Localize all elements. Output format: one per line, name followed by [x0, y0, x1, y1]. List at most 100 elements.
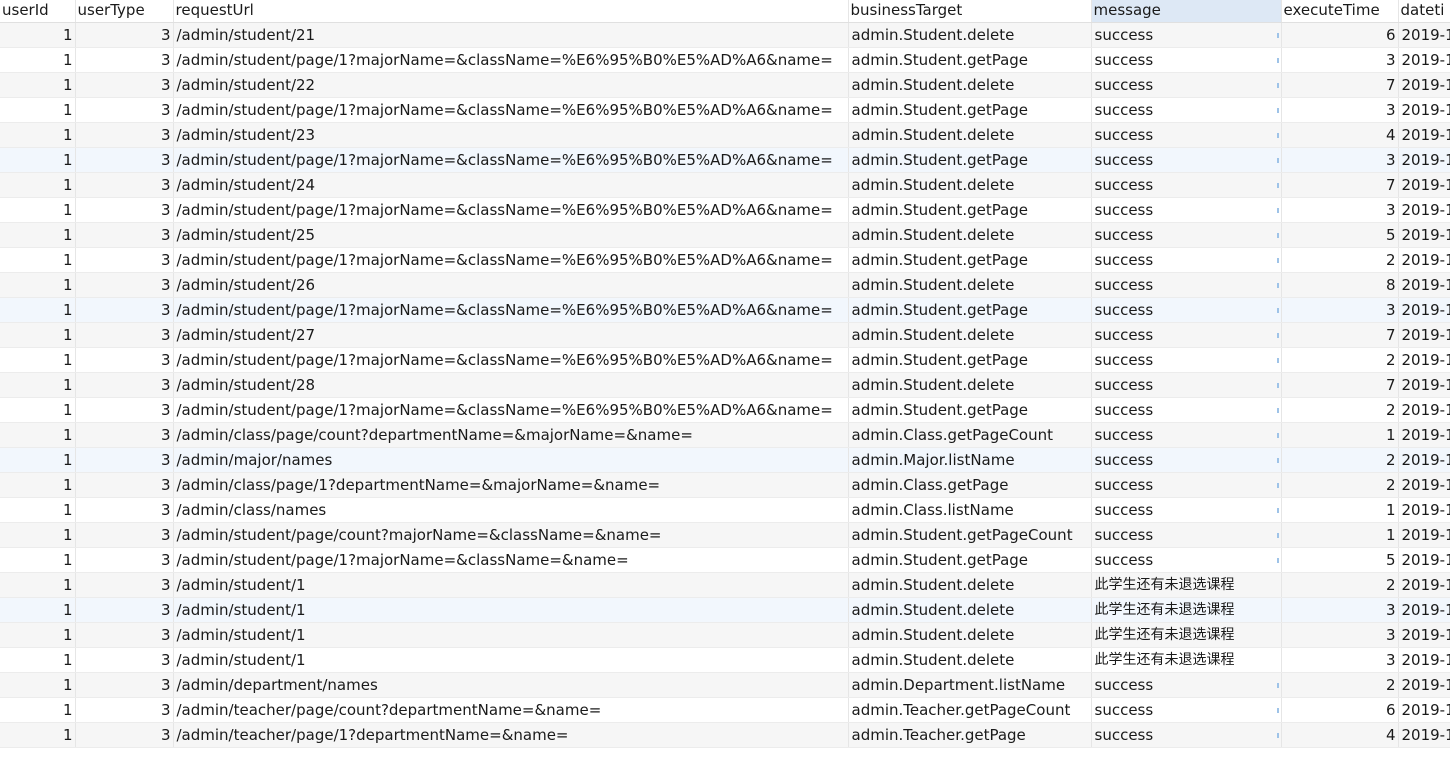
cell-usertype[interactable]: 3 — [75, 472, 174, 498]
cell-executetime[interactable]: 3 — [1281, 97, 1399, 123]
cell-businesstarget[interactable]: admin.Student.delete — [848, 647, 1092, 673]
cell-message[interactable]: 此学生还有未退选课程 — [1091, 647, 1282, 673]
table-row[interactable]: 1 3/admin/student/21 admin.Student.delete s… — [0, 22, 1450, 48]
cell-businesstarget[interactable]: admin.Student.delete — [848, 22, 1092, 48]
cell-datetime[interactable]: 2019-1 — [1398, 72, 1450, 98]
table-row[interactable]: 1 3/admin/student/page/1?majorName=&class… — [0, 147, 1450, 173]
cell-datetime[interactable]: 2019-1 — [1398, 547, 1450, 573]
cell-businesstarget[interactable]: admin.Class.getPage — [848, 472, 1092, 498]
cell-businesstarget[interactable]: admin.Student.delete — [848, 322, 1092, 348]
cell-userid[interactable]: 1 — [0, 47, 76, 73]
cell-message[interactable]: success — [1091, 272, 1282, 298]
table-row[interactable]: 1 3/admin/student/page/1?majorName=&class… — [0, 197, 1450, 223]
cell-businesstarget[interactable]: admin.Student.getPage — [848, 47, 1092, 73]
cell-usertype[interactable]: 3 — [75, 72, 174, 98]
cell-datetime[interactable]: 2019-1 — [1398, 472, 1450, 498]
cell-executetime[interactable]: 2 — [1281, 672, 1399, 698]
cell-businesstarget[interactable]: admin.Student.delete — [848, 122, 1092, 148]
table-row[interactable]: 1 3/admin/student/page/1?majorName=&class… — [0, 297, 1450, 323]
cell-datetime[interactable]: 2019-1 — [1398, 397, 1450, 423]
cell-userid[interactable]: 1 — [0, 472, 76, 498]
cell-userid[interactable]: 1 — [0, 447, 76, 473]
cell-usertype[interactable]: 3 — [75, 347, 174, 373]
cell-datetime[interactable]: 2019-1 — [1398, 347, 1450, 373]
cell-requesturl[interactable]: /admin/student/28 — [173, 372, 849, 398]
cell-usertype[interactable]: 3 — [75, 147, 174, 173]
cell-datetime[interactable]: 2019-1 — [1398, 497, 1450, 523]
cell-requesturl[interactable]: /admin/student/22 — [173, 72, 849, 98]
cell-executetime[interactable]: 6 — [1281, 697, 1399, 723]
cell-businesstarget[interactable]: admin.Student.getPage — [848, 247, 1092, 273]
cell-userid[interactable]: 1 — [0, 522, 76, 548]
cell-usertype[interactable]: 3 — [75, 122, 174, 148]
cell-userid[interactable]: 1 — [0, 247, 76, 273]
cell-executetime[interactable]: 1 — [1281, 522, 1399, 548]
cell-datetime[interactable]: 2019-1 — [1398, 147, 1450, 173]
cell-executetime[interactable]: 4 — [1281, 122, 1399, 148]
table-row[interactable]: 1 3/admin/student/page/1?majorName=&class… — [0, 547, 1450, 573]
cell-message[interactable]: success — [1091, 447, 1282, 473]
cell-usertype[interactable]: 3 — [75, 172, 174, 198]
cell-message[interactable]: success — [1091, 397, 1282, 423]
cell-userid[interactable]: 1 — [0, 497, 76, 523]
cell-requesturl[interactable]: /admin/major/names — [173, 447, 849, 473]
table-row[interactable]: 1 3/admin/student/page/count?majorName=&c… — [0, 522, 1450, 548]
cell-requesturl[interactable]: /admin/student/page/1?majorName=&classNa… — [173, 247, 849, 273]
table-row[interactable]: 1 3/admin/class/page/1?departmentName=&ma… — [0, 472, 1450, 498]
cell-requesturl[interactable]: /admin/class/page/1?departmentName=&majo… — [173, 472, 849, 498]
cell-businesstarget[interactable]: admin.Teacher.getPageCount — [848, 697, 1092, 723]
table-row[interactable]: 1 3/admin/student/22 admin.Student.delete s… — [0, 72, 1450, 98]
cell-executetime[interactable]: 3 — [1281, 647, 1399, 673]
cell-requesturl[interactable]: /admin/student/page/count?majorName=&cla… — [173, 522, 849, 548]
cell-usertype[interactable]: 3 — [75, 547, 174, 573]
cell-message[interactable]: success — [1091, 197, 1282, 223]
cell-usertype[interactable]: 3 — [75, 697, 174, 723]
cell-userid[interactable]: 1 — [0, 197, 76, 223]
cell-usertype[interactable]: 3 — [75, 372, 174, 398]
cell-requesturl[interactable]: /admin/student/27 — [173, 322, 849, 348]
cell-datetime[interactable]: 2019-1 — [1398, 447, 1450, 473]
cell-usertype[interactable]: 3 — [75, 397, 174, 423]
cell-usertype[interactable]: 3 — [75, 572, 174, 598]
cell-message[interactable]: success — [1091, 297, 1282, 323]
cell-userid[interactable]: 1 — [0, 72, 76, 98]
cell-requesturl[interactable]: /admin/student/1 — [173, 622, 849, 648]
cell-message[interactable]: success — [1091, 322, 1282, 348]
cell-requesturl[interactable]: /admin/class/names — [173, 497, 849, 523]
cell-requesturl[interactable]: /admin/student/page/1?majorName=&classNa… — [173, 97, 849, 123]
cell-requesturl[interactable]: /admin/student/page/1?majorName=&classNa… — [173, 147, 849, 173]
cell-requesturl[interactable]: /admin/teacher/page/1?departmentName=&na… — [173, 722, 849, 748]
cell-executetime[interactable]: 1 — [1281, 422, 1399, 448]
cell-requesturl[interactable]: /admin/student/page/1?majorName=&classNa… — [173, 547, 849, 573]
cell-businesstarget[interactable]: admin.Student.delete — [848, 272, 1092, 298]
table-row[interactable]: 1 3/admin/student/1 admin.Student.delete 此学… — [0, 622, 1450, 648]
cell-datetime[interactable]: 2019-1 — [1398, 197, 1450, 223]
table-row[interactable]: 1 3/admin/department/names admin.Departmen… — [0, 672, 1450, 698]
cell-userid[interactable]: 1 — [0, 597, 76, 623]
cell-executetime[interactable]: 3 — [1281, 597, 1399, 623]
cell-businesstarget[interactable]: admin.Student.getPage — [848, 347, 1092, 373]
cell-message[interactable]: 此学生还有未退选课程 — [1091, 622, 1282, 648]
cell-userid[interactable]: 1 — [0, 97, 76, 123]
cell-usertype[interactable]: 3 — [75, 722, 174, 748]
cell-userid[interactable]: 1 — [0, 397, 76, 423]
cell-userid[interactable]: 1 — [0, 672, 76, 698]
cell-requesturl[interactable]: /admin/student/25 — [173, 222, 849, 248]
cell-executetime[interactable]: 3 — [1281, 622, 1399, 648]
table-row[interactable]: 1 3/admin/student/27 admin.Student.delete s… — [0, 322, 1450, 348]
cell-businesstarget[interactable]: admin.Student.getPageCount — [848, 522, 1092, 548]
cell-datetime[interactable]: 2019-1 — [1398, 372, 1450, 398]
cell-executetime[interactable]: 7 — [1281, 372, 1399, 398]
table-row[interactable]: 1 3/admin/major/names admin.Major.listName… — [0, 447, 1450, 473]
column-header-executetime[interactable]: executeTime — [1281, 0, 1399, 23]
cell-message[interactable]: 此学生还有未退选课程 — [1091, 597, 1282, 623]
result-grid[interactable]: userId userType requestUrl businessTarge… — [0, 0, 1450, 758]
cell-message[interactable]: success — [1091, 347, 1282, 373]
table-row[interactable]: 1 3/admin/student/1 admin.Student.delete 此学… — [0, 647, 1450, 673]
cell-businesstarget[interactable]: admin.Student.delete — [848, 622, 1092, 648]
cell-datetime[interactable]: 2019-1 — [1398, 122, 1450, 148]
cell-usertype[interactable]: 3 — [75, 597, 174, 623]
cell-datetime[interactable]: 2019-1 — [1398, 97, 1450, 123]
cell-userid[interactable]: 1 — [0, 322, 76, 348]
cell-message[interactable]: success — [1091, 372, 1282, 398]
